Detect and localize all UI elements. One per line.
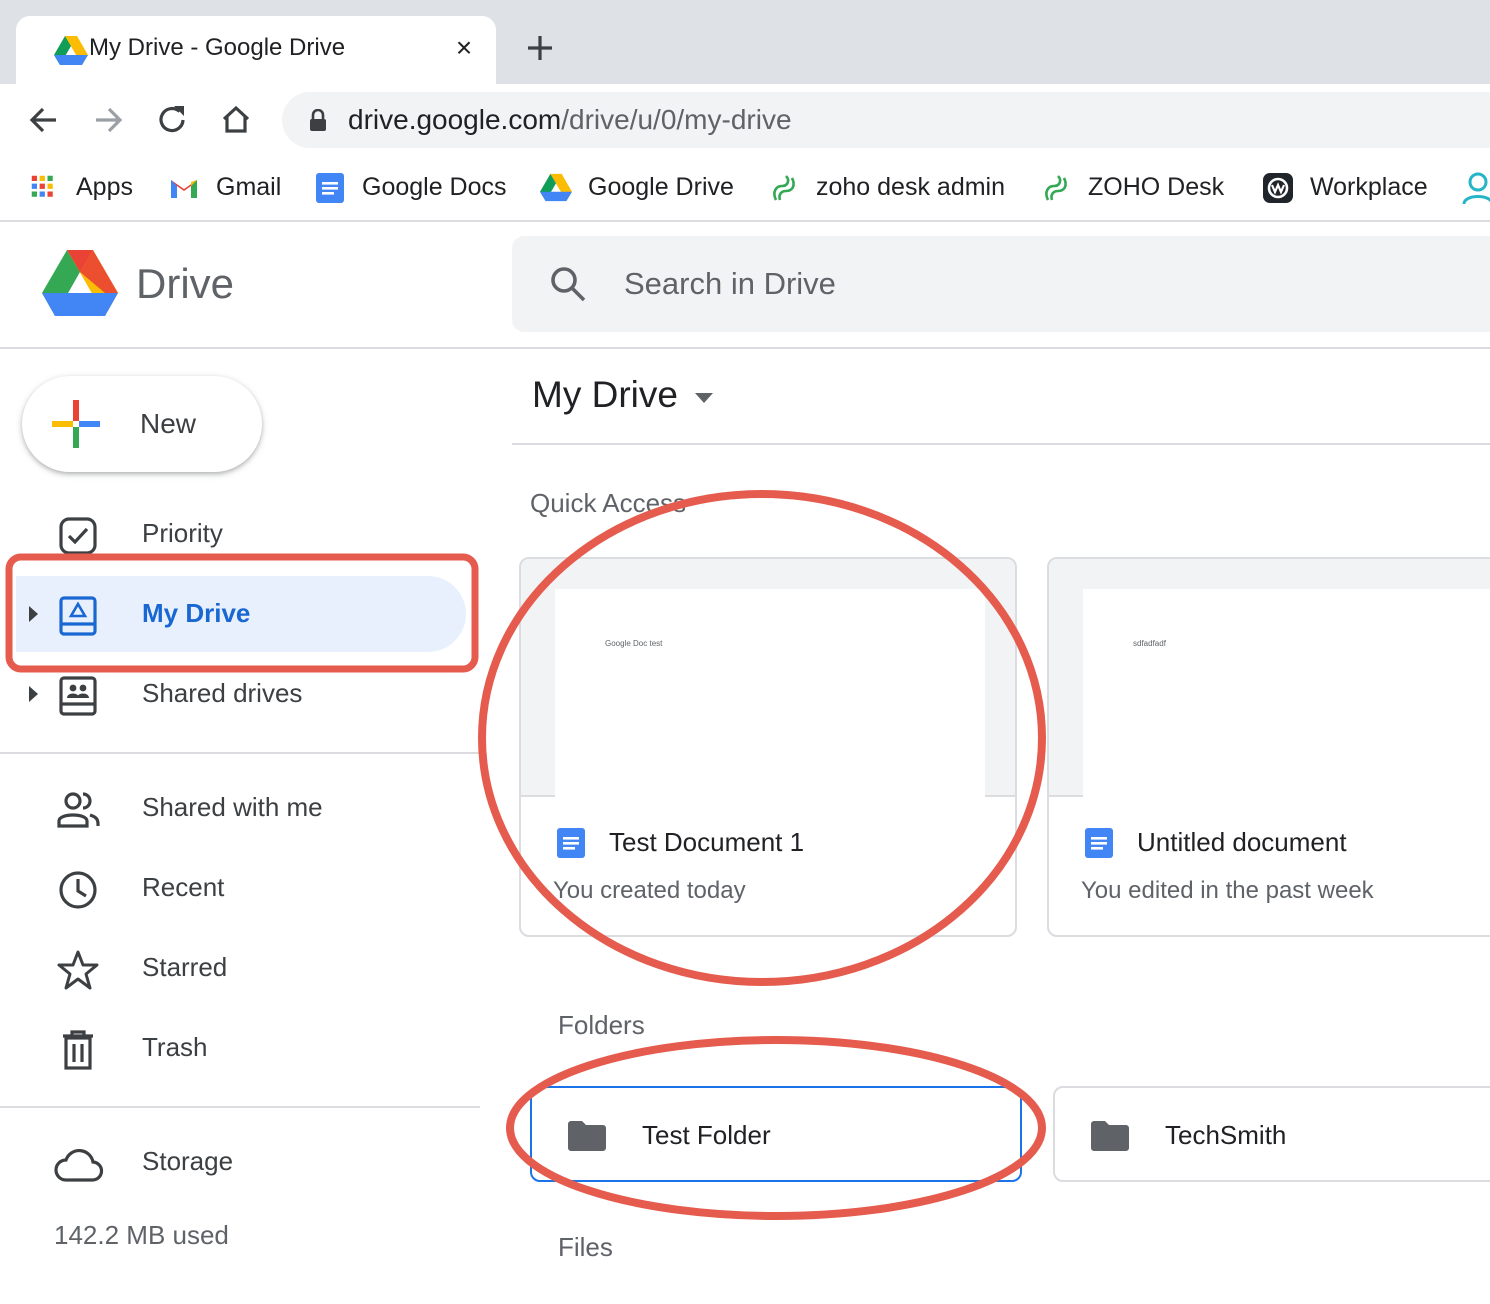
forward-arrow-icon[interactable] — [88, 100, 128, 140]
lock-icon — [310, 109, 326, 131]
zoho-desk-icon — [1045, 175, 1067, 201]
sidebar-item-label: Shared drives — [142, 678, 303, 708]
sidebar-divider — [0, 1106, 480, 1108]
folders-heading: Folders — [558, 1010, 645, 1040]
sidebar-item-label: Recent — [142, 872, 225, 902]
priority-check-icon — [59, 517, 97, 555]
bookmark-label: ZOHO Desk — [1088, 173, 1225, 201]
bookmark-label: Workplace — [1310, 173, 1428, 201]
sidebar-divider — [0, 752, 480, 754]
search-icon[interactable] — [548, 264, 588, 304]
quick-access-card[interactable]: sdfadfadf Untitled document You edited i… — [1047, 557, 1490, 937]
expand-caret-icon[interactable] — [26, 604, 40, 624]
folder-icon — [568, 1121, 606, 1151]
sidebar-item-shared-drives[interactable]: Shared drives — [0, 654, 480, 734]
bookmark-label: zoho desk admin — [816, 173, 1006, 201]
url-text: drive.google.com/drive/u/0/my-drive — [348, 104, 792, 136]
google-docs-icon — [557, 828, 585, 858]
new-tab-icon[interactable] — [522, 30, 558, 66]
apps-grid-icon — [31, 175, 53, 197]
bookmarks-bar: Apps Gmail Google Docs Google Drive zoho… — [0, 156, 1490, 222]
sidebar-item-label: My Drive — [142, 598, 251, 628]
profile-bookmark-icon[interactable] — [1462, 172, 1490, 206]
new-button[interactable]: New — [22, 376, 262, 472]
zoho-desk-icon — [773, 175, 795, 201]
file-reason: You created today — [553, 877, 746, 904]
bookmark-label: Gmail — [216, 173, 282, 201]
bookmark-label: Apps — [76, 173, 133, 201]
trash-icon — [63, 1030, 93, 1070]
google-docs-icon — [1085, 828, 1113, 858]
sidebar-item-label: Priority — [142, 518, 223, 548]
workplace-icon — [1263, 173, 1293, 203]
expand-caret-icon[interactable] — [26, 684, 40, 704]
sidebar-item-label: Starred — [142, 952, 228, 982]
browser-tab[interactable]: My Drive - Google Drive × — [16, 16, 496, 84]
google-drive-logo[interactable] — [42, 250, 118, 316]
tab-title: My Drive - Google Drive — [89, 34, 346, 61]
google-docs-icon — [316, 173, 344, 203]
sidebar-item-recent[interactable]: Recent — [0, 848, 480, 928]
document-page-preview: sdfadfadf — [1083, 589, 1490, 797]
gmail-icon — [171, 180, 197, 198]
browser-toolbar: drive.google.com/drive/u/0/my-drive — [0, 84, 1490, 156]
url-path: /drive/u/0/my-drive — [561, 104, 792, 135]
bookmark-label: Google Docs — [362, 173, 507, 201]
search-bar[interactable] — [512, 236, 1490, 332]
storage-used-text: 142.2 MB used — [54, 1220, 229, 1250]
quick-access-heading: Quick Access — [530, 488, 687, 518]
file-name: Untitled document — [1137, 827, 1347, 857]
preview-text: Google Doc test — [605, 639, 663, 648]
shared-drives-icon — [59, 676, 97, 716]
folder-name: Test Folder — [642, 1120, 771, 1150]
sidebar-item-trash[interactable]: Trash — [0, 1008, 480, 1088]
new-button-label: New — [140, 408, 197, 439]
document-thumbnail: sdfadfadf — [1049, 559, 1490, 797]
sidebar-item-priority[interactable]: Priority — [0, 494, 480, 574]
tab-close-icon[interactable]: × — [448, 32, 480, 64]
folder-name: TechSmith — [1165, 1120, 1287, 1150]
search-input[interactable] — [624, 264, 1424, 304]
sidebar-item-label: Shared with me — [142, 792, 323, 822]
my-drive-icon — [59, 596, 97, 636]
file-name: Test Document 1 — [609, 827, 805, 857]
star-icon — [57, 950, 99, 990]
product-title: Drive — [136, 260, 235, 307]
sidebar-item-my-drive[interactable]: My Drive — [0, 574, 480, 654]
sidebar-item-starred[interactable]: Starred — [0, 928, 480, 1008]
reload-icon[interactable] — [152, 100, 192, 140]
sidebar-item-label: Storage — [142, 1146, 234, 1176]
cloud-icon — [54, 1149, 104, 1182]
folder-card[interactable]: TechSmith — [1053, 1086, 1490, 1182]
sidebar-item-storage[interactable]: Storage — [0, 1122, 480, 1202]
sidebar-item-label: Trash — [142, 1032, 208, 1062]
people-icon — [57, 792, 100, 828]
preview-text: sdfadfadf — [1133, 639, 1166, 648]
address-bar[interactable]: drive.google.com/drive/u/0/my-drive — [282, 92, 1490, 148]
plus-icon — [52, 400, 100, 448]
url-host: drive.google.com — [348, 104, 562, 135]
file-reason: You edited in the past week — [1081, 877, 1374, 904]
google-drive-icon — [54, 36, 88, 65]
browser-tab-strip: My Drive - Google Drive × — [0, 0, 1490, 84]
files-heading: Files — [558, 1232, 613, 1262]
folder-icon — [1091, 1121, 1129, 1151]
bookmark-label: Google Drive — [588, 173, 734, 201]
document-thumbnail: Google Doc test — [521, 559, 1015, 797]
folder-card[interactable]: Test Folder — [530, 1086, 1022, 1182]
quick-access-card[interactable]: Google Doc test Test Document 1 You crea… — [519, 557, 1017, 937]
google-drive-icon — [540, 173, 572, 202]
main-divider — [512, 443, 1490, 445]
document-page-preview: Google Doc test — [555, 589, 985, 797]
back-arrow-icon[interactable] — [24, 100, 64, 140]
sidebar-item-shared-with-me[interactable]: Shared with me — [0, 768, 480, 848]
home-icon[interactable] — [216, 100, 256, 140]
header-divider — [0, 347, 1490, 349]
page-title[interactable]: My Drive — [532, 374, 678, 416]
dropdown-caret-icon[interactable] — [694, 392, 714, 404]
clock-icon — [59, 871, 97, 909]
